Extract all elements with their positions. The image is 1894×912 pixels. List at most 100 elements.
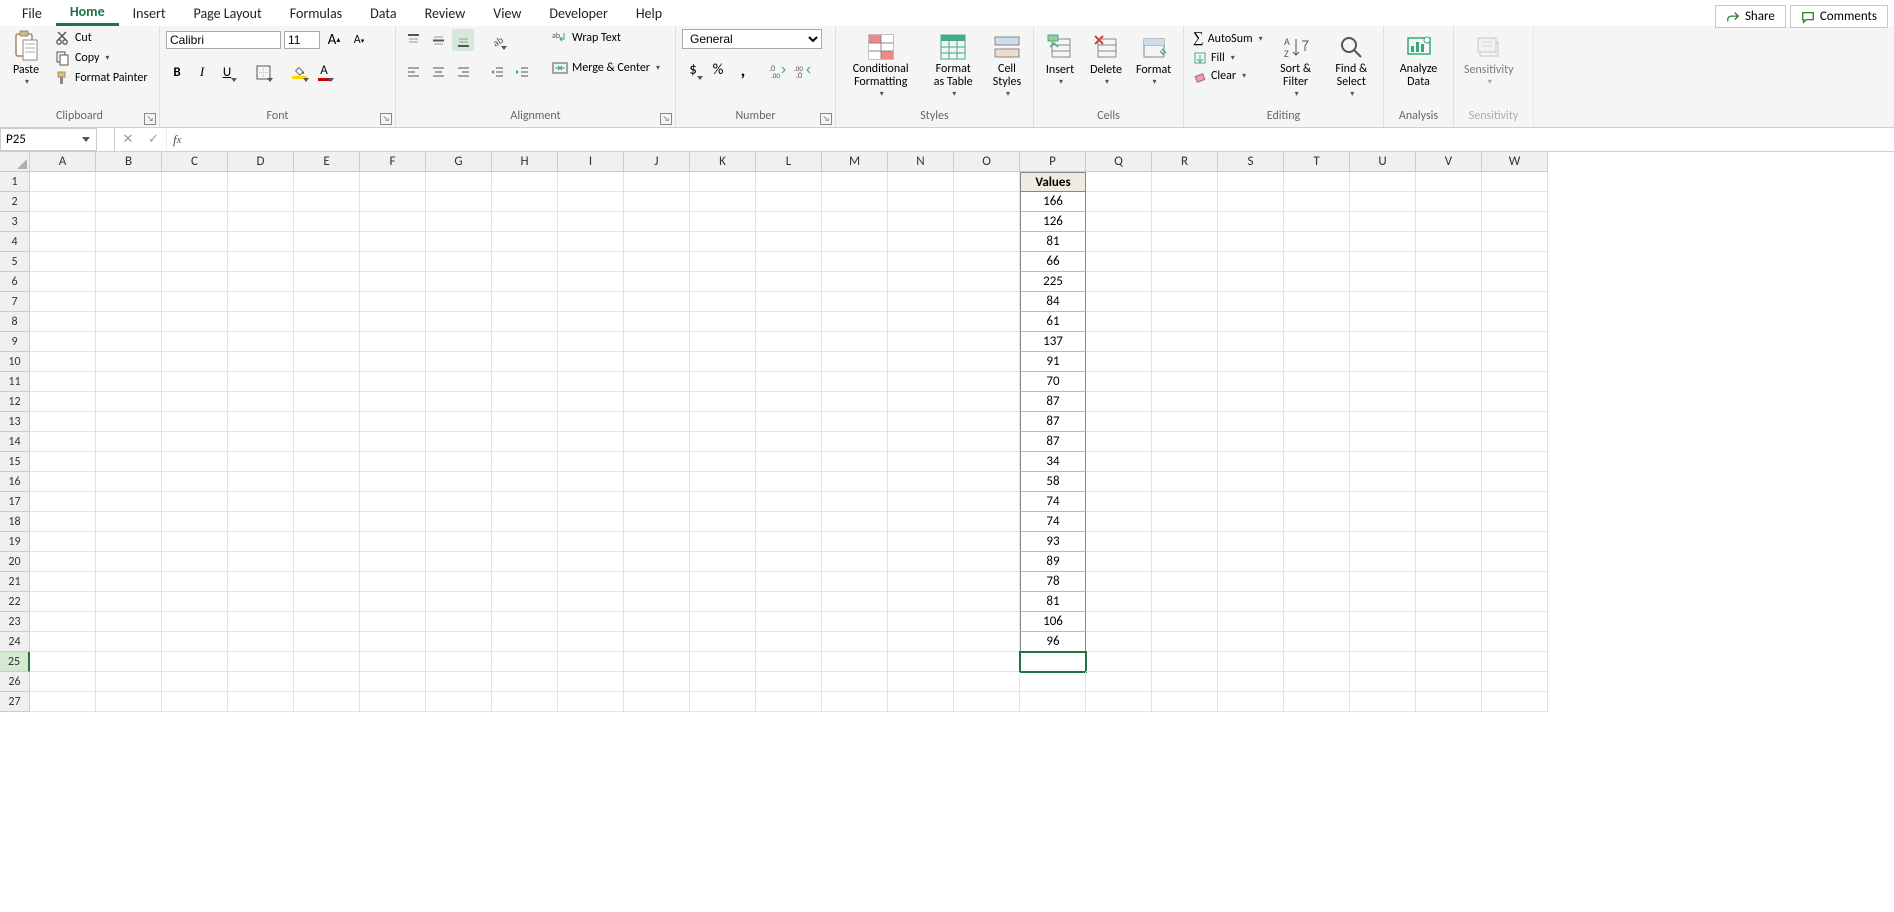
cell[interactable]: [954, 252, 1020, 272]
decrease-decimal-button[interactable]: .00.0: [791, 59, 813, 81]
cell[interactable]: [822, 592, 888, 612]
analyze-data-button[interactable]: Analyze Data: [1390, 29, 1447, 91]
cell[interactable]: [1152, 472, 1218, 492]
cell[interactable]: [96, 572, 162, 592]
cell[interactable]: [822, 432, 888, 452]
cell[interactable]: [822, 552, 888, 572]
cell[interactable]: [1152, 692, 1218, 712]
cell[interactable]: [822, 252, 888, 272]
cell[interactable]: [1086, 652, 1152, 672]
cell[interactable]: [96, 372, 162, 392]
cell[interactable]: [822, 412, 888, 432]
cell[interactable]: [1284, 572, 1350, 592]
cell[interactable]: [228, 352, 294, 372]
cell[interactable]: [888, 532, 954, 552]
cell[interactable]: [294, 612, 360, 632]
cell[interactable]: [1218, 192, 1284, 212]
cell[interactable]: [624, 672, 690, 692]
cell[interactable]: [1482, 432, 1548, 452]
cell[interactable]: [162, 372, 228, 392]
cell[interactable]: [30, 392, 96, 412]
cell[interactable]: [162, 172, 228, 192]
cell[interactable]: [360, 652, 426, 672]
cell[interactable]: [756, 452, 822, 472]
cell[interactable]: [96, 192, 162, 212]
align-top-button[interactable]: [402, 29, 424, 51]
cell[interactable]: [1416, 632, 1482, 652]
cell[interactable]: 87: [1020, 412, 1086, 432]
cell[interactable]: [228, 392, 294, 412]
cell[interactable]: [426, 292, 492, 312]
row-header[interactable]: 9: [0, 332, 30, 352]
fill-color-button[interactable]: [288, 61, 310, 83]
cell[interactable]: [888, 612, 954, 632]
cell[interactable]: [30, 332, 96, 352]
column-header[interactable]: R: [1152, 152, 1218, 172]
number-dialog-launcher[interactable]: ↘: [820, 113, 832, 125]
cell[interactable]: [228, 312, 294, 332]
cell[interactable]: [888, 452, 954, 472]
font-name-select[interactable]: [166, 31, 281, 49]
cell[interactable]: [1086, 572, 1152, 592]
cell[interactable]: [954, 372, 1020, 392]
cell[interactable]: [1152, 332, 1218, 352]
cell[interactable]: [1416, 332, 1482, 352]
cell[interactable]: [30, 232, 96, 252]
cell[interactable]: [30, 272, 96, 292]
cell[interactable]: [360, 212, 426, 232]
cell[interactable]: [558, 652, 624, 672]
cell[interactable]: [954, 472, 1020, 492]
comma-format-button[interactable]: ,: [732, 59, 754, 81]
cell[interactable]: [690, 392, 756, 412]
cell[interactable]: [492, 552, 558, 572]
cell[interactable]: [492, 232, 558, 252]
cell[interactable]: [1152, 352, 1218, 372]
cell[interactable]: [1284, 652, 1350, 672]
cell[interactable]: [1416, 692, 1482, 712]
cell[interactable]: [1350, 552, 1416, 572]
cell[interactable]: [954, 392, 1020, 412]
underline-button[interactable]: U: [216, 61, 238, 83]
cell[interactable]: [96, 412, 162, 432]
align-middle-button[interactable]: [427, 29, 449, 51]
cell[interactable]: [30, 652, 96, 672]
cell[interactable]: [1218, 312, 1284, 332]
cell[interactable]: [294, 432, 360, 452]
cell[interactable]: [954, 572, 1020, 592]
decrease-font-button[interactable]: A▾: [348, 29, 370, 51]
cell[interactable]: [492, 412, 558, 432]
cell[interactable]: [1284, 532, 1350, 552]
row-header[interactable]: 8: [0, 312, 30, 332]
cell[interactable]: [756, 312, 822, 332]
cell[interactable]: [1482, 532, 1548, 552]
cell[interactable]: [558, 512, 624, 532]
cell[interactable]: [756, 632, 822, 652]
cell[interactable]: [30, 572, 96, 592]
cell[interactable]: [624, 352, 690, 372]
cell[interactable]: [492, 652, 558, 672]
cell[interactable]: [954, 192, 1020, 212]
cell[interactable]: [624, 612, 690, 632]
cell[interactable]: [162, 532, 228, 552]
cell[interactable]: [822, 332, 888, 352]
accept-formula-button[interactable]: ✓: [141, 128, 167, 151]
cell[interactable]: [822, 172, 888, 192]
cell[interactable]: [1416, 232, 1482, 252]
cell[interactable]: [294, 692, 360, 712]
cell[interactable]: [492, 592, 558, 612]
cell[interactable]: [360, 232, 426, 252]
cell[interactable]: [1416, 312, 1482, 332]
cell[interactable]: [228, 232, 294, 252]
clear-button[interactable]: Clear ▾: [1190, 68, 1266, 84]
cell[interactable]: [888, 652, 954, 672]
cell[interactable]: [360, 372, 426, 392]
cell[interactable]: [888, 392, 954, 412]
column-header[interactable]: K: [690, 152, 756, 172]
cell[interactable]: [228, 472, 294, 492]
bold-button[interactable]: B: [166, 61, 188, 83]
cell[interactable]: [1482, 692, 1548, 712]
cell[interactable]: [1218, 272, 1284, 292]
cell[interactable]: [30, 432, 96, 452]
cell[interactable]: [426, 192, 492, 212]
find-select-button[interactable]: Find & Select▾: [1326, 29, 1377, 101]
